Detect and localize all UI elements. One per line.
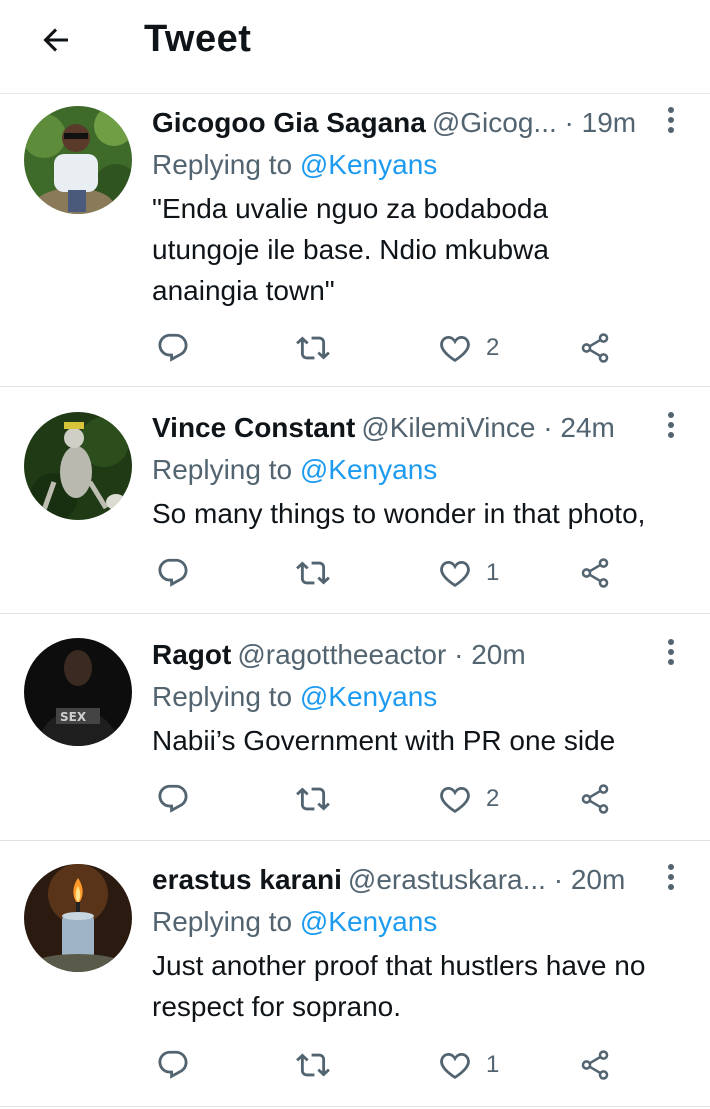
tweet-actions: 1 bbox=[152, 1045, 632, 1085]
heart-icon bbox=[440, 335, 470, 363]
mention-link[interactable]: @Kenyans bbox=[300, 681, 437, 712]
replying-to: Replying to @Kenyans bbox=[152, 677, 696, 717]
reply-button[interactable] bbox=[156, 328, 190, 368]
retweet-icon bbox=[296, 787, 330, 811]
replying-to-label: Replying to bbox=[152, 149, 293, 180]
tweet-text: So many things to wonder in that photo, bbox=[152, 498, 646, 529]
author-name[interactable]: Vince Constant bbox=[152, 412, 355, 443]
retweet-icon bbox=[296, 336, 330, 360]
back-button[interactable] bbox=[34, 18, 78, 62]
share-icon bbox=[581, 558, 609, 588]
page-title: Tweet bbox=[144, 18, 252, 60]
like-count: 1 bbox=[486, 1051, 500, 1078]
share-button[interactable] bbox=[578, 553, 612, 593]
share-button[interactable] bbox=[578, 1045, 612, 1085]
more-vertical-icon bbox=[668, 864, 674, 890]
more-options-button[interactable] bbox=[656, 857, 686, 897]
arrow-left-icon bbox=[43, 28, 68, 52]
like-count: 2 bbox=[486, 334, 500, 361]
mention-link[interactable]: @Kenyans bbox=[300, 454, 437, 485]
author-handle[interactable]: @ragottheeactor bbox=[237, 639, 446, 670]
replying-to-label: Replying to bbox=[152, 454, 293, 485]
mention-link[interactable]: @Kenyans bbox=[300, 906, 437, 937]
separator-dot: · bbox=[454, 639, 464, 670]
like-count: 1 bbox=[486, 559, 500, 586]
more-vertical-icon bbox=[668, 412, 674, 438]
tweet-actions: 2 bbox=[152, 328, 632, 368]
avatar[interactable] bbox=[24, 106, 132, 214]
retweet-button[interactable] bbox=[296, 1045, 330, 1085]
svg-text:SEX: SEX bbox=[60, 710, 87, 724]
reply-button[interactable] bbox=[156, 779, 190, 819]
author-handle[interactable]: @erastuskara... bbox=[348, 864, 546, 895]
like-button[interactable]: 2 bbox=[438, 328, 499, 368]
tweet-text: Nabii’s Government with PR one side bbox=[152, 725, 616, 756]
heart-icon bbox=[440, 786, 470, 814]
reply-icon bbox=[158, 558, 188, 587]
more-vertical-icon bbox=[668, 107, 674, 133]
tweet-actions: 2 bbox=[152, 779, 632, 819]
retweet-button[interactable] bbox=[296, 779, 330, 819]
author-name[interactable]: Gicogoo Gia Sagana bbox=[152, 107, 426, 138]
heart-icon bbox=[440, 1052, 470, 1080]
author-handle[interactable]: @Gicog... bbox=[432, 107, 557, 138]
reply-button[interactable] bbox=[156, 553, 190, 593]
reply-button[interactable] bbox=[156, 1045, 190, 1085]
replying-to-label: Replying to bbox=[152, 681, 293, 712]
replying-to-label: Replying to bbox=[152, 906, 293, 937]
like-button[interactable]: 1 bbox=[438, 1045, 499, 1085]
tweet-actions: 1 bbox=[152, 553, 632, 593]
timestamp[interactable]: 24m bbox=[560, 412, 614, 443]
replying-to: Replying to @Kenyans bbox=[152, 145, 696, 185]
avatar[interactable]: SEX bbox=[24, 638, 132, 746]
more-options-button[interactable] bbox=[656, 632, 686, 672]
reply-icon bbox=[158, 784, 188, 813]
tweet-text: "Enda uvalie nguo za bodaboda utungoje i… bbox=[152, 193, 549, 306]
author-name[interactable]: erastus karani bbox=[152, 864, 342, 895]
reply-tweet[interactable]: Gicogoo Gia Sagana @Gicog... · 19m Replyi… bbox=[0, 95, 710, 387]
author-name[interactable]: Ragot bbox=[152, 639, 231, 670]
top-bar: Tweet bbox=[0, 0, 710, 94]
retweet-icon bbox=[296, 1053, 330, 1077]
replying-to: Replying to @Kenyans bbox=[152, 450, 696, 490]
heart-icon bbox=[440, 560, 470, 588]
author-handle[interactable]: @KilemiVince bbox=[361, 412, 535, 443]
tweet-text: Just another proof that hustlers have no… bbox=[152, 950, 646, 1022]
timestamp[interactable]: 20m bbox=[471, 639, 525, 670]
timestamp[interactable]: 19m bbox=[582, 107, 636, 138]
like-button[interactable]: 2 bbox=[438, 779, 499, 819]
share-button[interactable] bbox=[578, 779, 612, 819]
reply-icon bbox=[158, 1050, 188, 1079]
share-icon bbox=[581, 333, 609, 363]
reply-tweet[interactable]: erastus karani @erastuskara... · 20m Repl… bbox=[0, 842, 710, 1107]
share-button[interactable] bbox=[578, 328, 612, 368]
retweet-button[interactable] bbox=[296, 553, 330, 593]
like-button[interactable]: 1 bbox=[438, 553, 499, 593]
share-icon bbox=[581, 1050, 609, 1080]
retweet-button[interactable] bbox=[296, 328, 330, 368]
reply-icon bbox=[158, 333, 188, 362]
timestamp[interactable]: 20m bbox=[571, 864, 625, 895]
more-vertical-icon bbox=[668, 639, 674, 665]
like-count: 2 bbox=[486, 785, 500, 812]
reply-tweet[interactable]: Vince Constant @KilemiVince · 24m Replyin… bbox=[0, 388, 710, 614]
replying-to: Replying to @Kenyans bbox=[152, 902, 696, 942]
separator-dot: · bbox=[553, 864, 564, 895]
more-options-button[interactable] bbox=[656, 405, 686, 445]
separator-dot: · bbox=[564, 107, 574, 138]
reply-tweet[interactable]: SEX Ragot @ragottheeactor · 20m Replying … bbox=[0, 615, 710, 841]
mention-link[interactable]: @Kenyans bbox=[300, 149, 437, 180]
avatar[interactable] bbox=[24, 864, 132, 972]
retweet-icon bbox=[296, 561, 330, 585]
more-options-button[interactable] bbox=[656, 100, 686, 140]
avatar[interactable] bbox=[24, 412, 132, 520]
share-icon bbox=[581, 784, 609, 814]
separator-dot: · bbox=[543, 412, 553, 443]
